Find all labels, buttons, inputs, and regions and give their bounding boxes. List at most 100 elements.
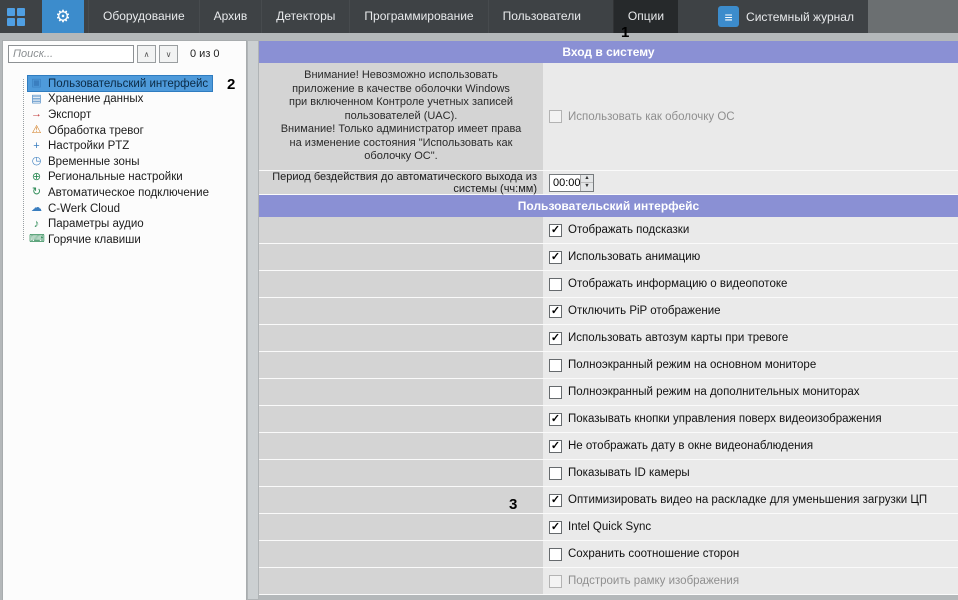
system-journal-button[interactable]: ≡ Системный журнал	[704, 0, 868, 33]
option-value-cell: ✓Использовать автозум карты при тревоге	[543, 325, 958, 352]
option-checkbox-row[interactable]: ✓Оптимизировать видео на раскладке для у…	[549, 494, 927, 507]
callout-1: 1	[621, 24, 629, 41]
tree-item[interactable]: ⊕Региональные настройки	[3, 170, 246, 186]
option-checkbox-row[interactable]: Сохранить соотношение сторон	[549, 548, 739, 561]
export-icon: →	[29, 109, 44, 120]
checkbox-checked[interactable]: ✓	[549, 413, 562, 426]
tab-users[interactable]: Пользователи	[488, 0, 595, 33]
option-row: Отображать информацию о видеопотоке	[259, 271, 958, 298]
checkbox-checked[interactable]: ✓	[549, 494, 562, 507]
sidebar: ∧ ∨ 0 из 0 ▣Пользовательский интерфейс▤Х…	[2, 40, 247, 600]
shell-row: Внимание! Невозможно использовать прилож…	[259, 63, 958, 171]
main-tabs: ОборудованиеАрхивДетекторыПрограммирован…	[88, 0, 678, 33]
callout-2: 2	[227, 76, 235, 93]
search-input[interactable]	[8, 45, 134, 63]
tree-item[interactable]: +Настройки PTZ	[3, 138, 246, 154]
spin-buttons: ▲ ▼	[580, 175, 593, 191]
checkbox-unchecked[interactable]	[549, 278, 562, 291]
tree-item-label: Настройки PTZ	[48, 140, 129, 152]
option-checkbox-row[interactable]: ✓Использовать автозум карты при тревоге	[549, 332, 788, 345]
monitor-icon: ▣	[29, 78, 44, 89]
option-row: ✓ Показывать кнопки управления поверх вид…	[259, 406, 958, 433]
checkbox-unchecked[interactable]	[549, 359, 562, 372]
shell-checkbox-option[interactable]: Использовать как оболочку ОС	[549, 110, 735, 123]
journal-label: Системный журнал	[746, 10, 854, 24]
sidebar-scrollbar[interactable]	[247, 40, 259, 600]
option-label: Показывать кнопки управления поверх виде…	[568, 413, 882, 425]
tree-item-inner: ⊕Региональные настройки	[28, 170, 187, 185]
checkbox-unchecked[interactable]	[549, 548, 562, 561]
option-checkbox-row[interactable]: ✓Отображать подсказки	[549, 224, 689, 237]
tree-item-inner: ⌨Горячие клавиши	[28, 232, 145, 247]
tree-item[interactable]: →Экспорт	[3, 107, 246, 123]
option-checkbox-row[interactable]: ✓ Отключить PiP отображение	[549, 305, 721, 318]
checkbox-checked[interactable]: ✓	[549, 332, 562, 345]
option-checkbox-row[interactable]: Отображать информацию о видеопотоке	[549, 278, 787, 291]
idle-timeout-spinbox: ▲ ▼	[549, 174, 594, 192]
option-label: Использовать анимацию	[568, 251, 700, 263]
tab-archive[interactable]: Архив	[199, 0, 262, 33]
option-checkbox-row[interactable]: ✓Intel Quick Sync	[549, 521, 651, 534]
option-row: ✓ Отключить PiP отображение	[259, 298, 958, 325]
option-checkbox-row[interactable]: Подстроить рамку изображения	[549, 575, 739, 588]
option-checkbox-row[interactable]: Полноэкранный режим на дополнительных мо…	[549, 386, 860, 399]
spin-down-button[interactable]: ▼	[581, 182, 593, 191]
option-row-spacer	[259, 379, 543, 406]
apps-grid-button[interactable]	[0, 0, 32, 33]
option-row: ✓Intel Quick Sync	[259, 514, 958, 541]
option-value-cell: ✓ Показывать кнопки управления поверх вид…	[543, 406, 958, 433]
option-row: Подстроить рамку изображения	[259, 568, 958, 595]
tab-hardware[interactable]: Оборудование	[88, 0, 199, 33]
tab-detectors[interactable]: Детекторы	[261, 0, 349, 33]
cloud-icon: ☁	[29, 203, 44, 214]
option-label: Подстроить рамку изображения	[568, 575, 739, 587]
tree-item[interactable]: ♪Параметры аудио	[3, 216, 246, 232]
option-row-spacer	[259, 487, 543, 514]
idle-timeout-label: Период бездействия до автоматического вы…	[259, 171, 543, 195]
search-prev-button[interactable]: ∧	[137, 45, 156, 63]
shell-checkbox[interactable]	[549, 110, 562, 123]
option-checkbox-row[interactable]: Полноэкранный режим на основном мониторе	[549, 359, 816, 372]
search-next-button[interactable]: ∨	[159, 45, 178, 63]
option-checkbox-row[interactable]: ✓ Показывать кнопки управления поверх вид…	[549, 413, 882, 426]
checkbox-unchecked[interactable]	[549, 386, 562, 399]
tree-item[interactable]: ↻Автоматическое подключение	[3, 185, 246, 201]
tree-item[interactable]: ⚠Обработка тревог	[3, 123, 246, 139]
spin-up-button[interactable]: ▲	[581, 175, 593, 183]
tree-item[interactable]: ☁C-Werk Cloud	[3, 201, 246, 217]
option-checkbox-row[interactable]: ✓ Использовать анимацию	[549, 251, 700, 264]
option-checkbox-row[interactable]: Показывать ID камеры	[549, 467, 690, 480]
tree-item[interactable]: ⌨Горячие клавиши	[3, 232, 246, 248]
checkbox-unchecked[interactable]	[549, 467, 562, 480]
option-checkbox-row[interactable]: ✓ Не отображать дату в окне видеонаблюден…	[549, 440, 813, 453]
database-icon: ▤	[29, 94, 44, 105]
option-value-cell: ✓Оптимизировать видео на раскладке для у…	[543, 487, 958, 514]
tree-item[interactable]: ◷Временные зоны	[3, 154, 246, 170]
option-row-spacer	[259, 514, 543, 541]
option-row-spacer	[259, 460, 543, 487]
checkbox-checked[interactable]: ✓	[549, 251, 562, 264]
tree-item[interactable]: ▤Хранение данных	[3, 92, 246, 108]
option-row: ✓Оптимизировать видео на раскладке для у…	[259, 487, 958, 514]
connection-icon: ↻	[29, 187, 44, 198]
checkbox-unchecked[interactable]	[549, 575, 562, 588]
option-row: ✓ Не отображать дату в окне видеонаблюден…	[259, 433, 958, 460]
apps-grid-icon	[7, 8, 25, 26]
tab-programming[interactable]: Программирование	[349, 0, 487, 33]
option-value-cell: Показывать ID камеры	[543, 460, 958, 487]
settings-gear-button[interactable]: ⚙	[42, 0, 84, 33]
tree-item-inner: ◷Временные зоны	[28, 154, 143, 169]
option-label: Не отображать дату в окне видеонаблюдени…	[568, 440, 813, 452]
checkbox-checked[interactable]: ✓	[549, 305, 562, 318]
clock-icon: ◷	[29, 156, 44, 167]
option-label: Сохранить соотношение сторон	[568, 548, 739, 560]
checkbox-checked[interactable]: ✓	[549, 521, 562, 534]
checkbox-checked[interactable]: ✓	[549, 440, 562, 453]
tree-item[interactable]: ▣Пользовательский интерфейс	[3, 76, 246, 92]
tree-item-inner: ☁C-Werk Cloud	[28, 201, 124, 216]
checkbox-checked[interactable]: ✓	[549, 224, 562, 237]
option-value-cell: ✓ Отключить PiP отображение	[543, 298, 958, 325]
option-value-cell: ✓Отображать подсказки	[543, 217, 958, 244]
idle-timeout-input[interactable]	[550, 175, 580, 191]
option-label: Отключить PiP отображение	[568, 305, 721, 317]
